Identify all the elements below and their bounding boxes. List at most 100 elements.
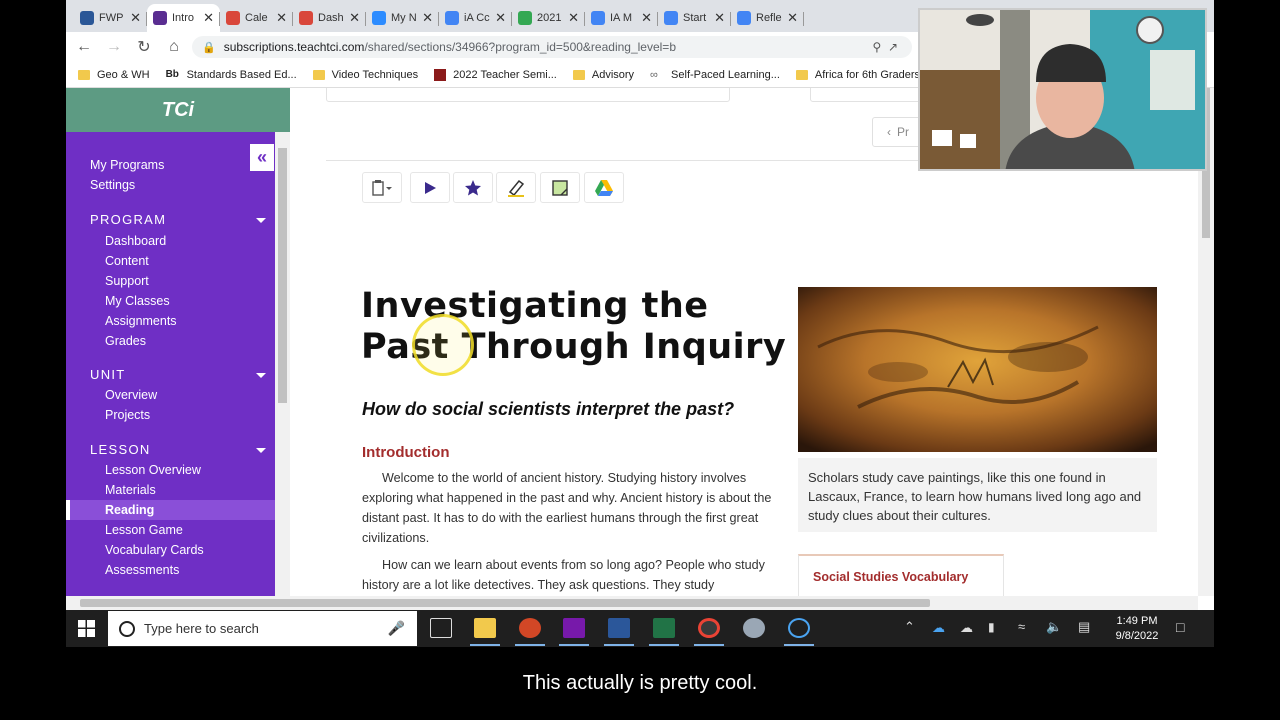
- program-caret-icon[interactable]: [256, 218, 266, 223]
- paragraph-2: How can we learn about events from so lo…: [362, 558, 765, 592]
- play-audio-button[interactable]: [410, 172, 450, 203]
- onenote-icon[interactable]: [563, 618, 585, 638]
- forward-icon[interactable]: →: [102, 38, 126, 56]
- browser-tab[interactable]: FWP ✕: [74, 4, 147, 32]
- blackboard-icon: Bb: [165, 69, 179, 80]
- sidebar-item-dashboard[interactable]: Dashboard: [105, 234, 166, 248]
- previous-label: Pr: [897, 125, 909, 139]
- browser-tab[interactable]: My N ✕: [366, 4, 439, 32]
- chrome-icon[interactable]: [698, 618, 720, 638]
- sidebar-item-lesson-game[interactable]: Lesson Game: [105, 523, 183, 537]
- onedrive-icon[interactable]: ☁: [932, 620, 945, 636]
- browser-tab[interactable]: Cale ✕: [220, 4, 293, 32]
- tab-close-icon[interactable]: ✕: [422, 10, 433, 26]
- notifications-icon[interactable]: □: [1176, 619, 1184, 635]
- browser-tab[interactable]: IA M ✕: [585, 4, 658, 32]
- file-explorer-icon[interactable]: [474, 618, 496, 638]
- browser-tab[interactable]: Intro ✕: [147, 4, 220, 32]
- sidebar: « My Programs Settings PROGRAM Dashboard…: [66, 132, 275, 596]
- tab-label: Dash: [318, 12, 344, 24]
- tci-logo[interactable]: TCi: [66, 88, 290, 132]
- highlight-button[interactable]: [496, 172, 536, 203]
- task-view-icon[interactable]: [430, 618, 452, 638]
- tab-close-icon[interactable]: ✕: [641, 10, 652, 26]
- powerpoint-icon[interactable]: [519, 618, 541, 638]
- volume-icon[interactable]: 🔈: [1046, 619, 1062, 635]
- sidebar-item-content[interactable]: Content: [105, 254, 149, 268]
- excel-icon[interactable]: [653, 618, 675, 638]
- wifi-icon[interactable]: ≈: [1018, 619, 1025, 634]
- unit-caret-icon[interactable]: [256, 373, 266, 378]
- sidebar-heading-lesson[interactable]: LESSON: [90, 442, 151, 457]
- windows-start-icon[interactable]: [78, 620, 95, 637]
- home-icon[interactable]: ⌂: [162, 38, 186, 56]
- vocabulary-box-title: Social Studies Vocabulary: [798, 554, 1004, 596]
- url-path: /shared/sections/34966?program_id=500&re…: [364, 40, 676, 54]
- bookmark-item[interactable]: Africa for 6th Graders: [795, 69, 920, 81]
- lock-icon: 🔒: [202, 41, 216, 54]
- tab-close-icon[interactable]: ✕: [203, 10, 214, 26]
- bookmark-item[interactable]: 2022 Teacher Semi...: [434, 68, 557, 81]
- lesson-caret-icon[interactable]: [256, 448, 266, 453]
- favorite-button[interactable]: [453, 172, 493, 203]
- notes-button[interactable]: [540, 172, 580, 203]
- bookmark-item[interactable]: Video Techniques: [312, 69, 418, 81]
- sidebar-item-reading[interactable]: Reading: [105, 503, 154, 517]
- sidebar-item-my-classes[interactable]: My Classes: [105, 294, 170, 308]
- tab-close-icon[interactable]: ✕: [349, 10, 360, 26]
- reload-icon[interactable]: ↻: [132, 37, 156, 57]
- cloud-icon[interactable]: ☁: [960, 620, 973, 636]
- collapse-sidebar-icon[interactable]: «: [250, 144, 274, 171]
- sidebar-item-overview[interactable]: Overview: [105, 388, 157, 402]
- browser-tab[interactable]: Refle ✕: [731, 4, 804, 32]
- browser-tab[interactable]: 2021 ✕: [512, 4, 585, 32]
- tab-close-icon[interactable]: ✕: [787, 10, 798, 26]
- star-icon: [465, 179, 481, 195]
- keyboard-icon[interactable]: ▤: [1078, 619, 1090, 635]
- bookmark-item[interactable]: Bb Standards Based Ed...: [166, 69, 297, 81]
- sidebar-item-vocabulary-cards[interactable]: Vocabulary Cards: [105, 543, 204, 557]
- cave-painting-illustration: [798, 287, 1157, 452]
- zoom-icon[interactable]: ⚲ ↗: [872, 40, 898, 54]
- sidebar-item-grades[interactable]: Grades: [105, 334, 146, 348]
- battery-icon[interactable]: ▮: [988, 620, 995, 634]
- sidebar-scroll-thumb[interactable]: [278, 148, 287, 403]
- sidebar-item-assessments[interactable]: Assessments: [105, 563, 179, 577]
- taskbar-clock[interactable]: 1:49 PM 9/8/2022: [1114, 614, 1160, 644]
- sidebar-item-support[interactable]: Support: [105, 274, 149, 288]
- paint-app-icon[interactable]: [743, 618, 765, 638]
- powerpoint-indicator: [515, 644, 545, 646]
- browser-tab[interactable]: Dash ✕: [293, 4, 366, 32]
- back-icon[interactable]: ←: [72, 38, 96, 56]
- tab-close-icon[interactable]: ✕: [495, 10, 506, 26]
- screen-recorder-icon[interactable]: [788, 618, 810, 638]
- sidebar-heading-unit[interactable]: UNIT: [90, 367, 126, 382]
- horizontal-scroll-thumb[interactable]: [80, 599, 930, 607]
- clipboard-tool-button[interactable]: [362, 172, 402, 203]
- sidebar-heading-program[interactable]: PROGRAM: [90, 212, 166, 227]
- tab-close-icon[interactable]: ✕: [568, 10, 579, 26]
- folder-icon: [572, 69, 585, 80]
- bookmark-item[interactable]: Advisory: [572, 69, 634, 81]
- browser-tab[interactable]: Start ✕: [658, 4, 731, 32]
- sidebar-link-settings[interactable]: Settings: [90, 178, 135, 192]
- bookmark-item[interactable]: ∞ Self-Paced Learning...: [650, 69, 780, 81]
- sidebar-item-projects[interactable]: Projects: [105, 408, 150, 422]
- microphone-icon[interactable]: 🎤: [388, 620, 405, 637]
- sidebar-item-materials[interactable]: Materials: [105, 483, 156, 497]
- browser-tab[interactable]: iA Cc ✕: [439, 4, 512, 32]
- sidebar-item-lesson-overview[interactable]: Lesson Overview: [105, 463, 201, 477]
- tab-close-icon[interactable]: ✕: [276, 10, 287, 26]
- url-field[interactable]: 🔒 subscriptions.teachtci.com/shared/sect…: [192, 36, 912, 58]
- tab-close-icon[interactable]: ✕: [130, 10, 141, 26]
- tab-close-icon[interactable]: ✕: [714, 10, 725, 26]
- taskbar-search-input[interactable]: Type here to search 🎤: [108, 611, 417, 646]
- cave-painting-image[interactable]: [798, 287, 1157, 452]
- word-icon[interactable]: [608, 618, 630, 638]
- reading-level-box[interactable]: [326, 88, 730, 102]
- google-drive-button[interactable]: [584, 172, 624, 203]
- sidebar-link-my-programs[interactable]: My Programs: [90, 158, 164, 172]
- sidebar-item-assignments[interactable]: Assignments: [105, 314, 177, 328]
- bookmark-item[interactable]: Geo & WH: [78, 69, 150, 81]
- show-hidden-icons-icon[interactable]: ⌃: [904, 619, 915, 635]
